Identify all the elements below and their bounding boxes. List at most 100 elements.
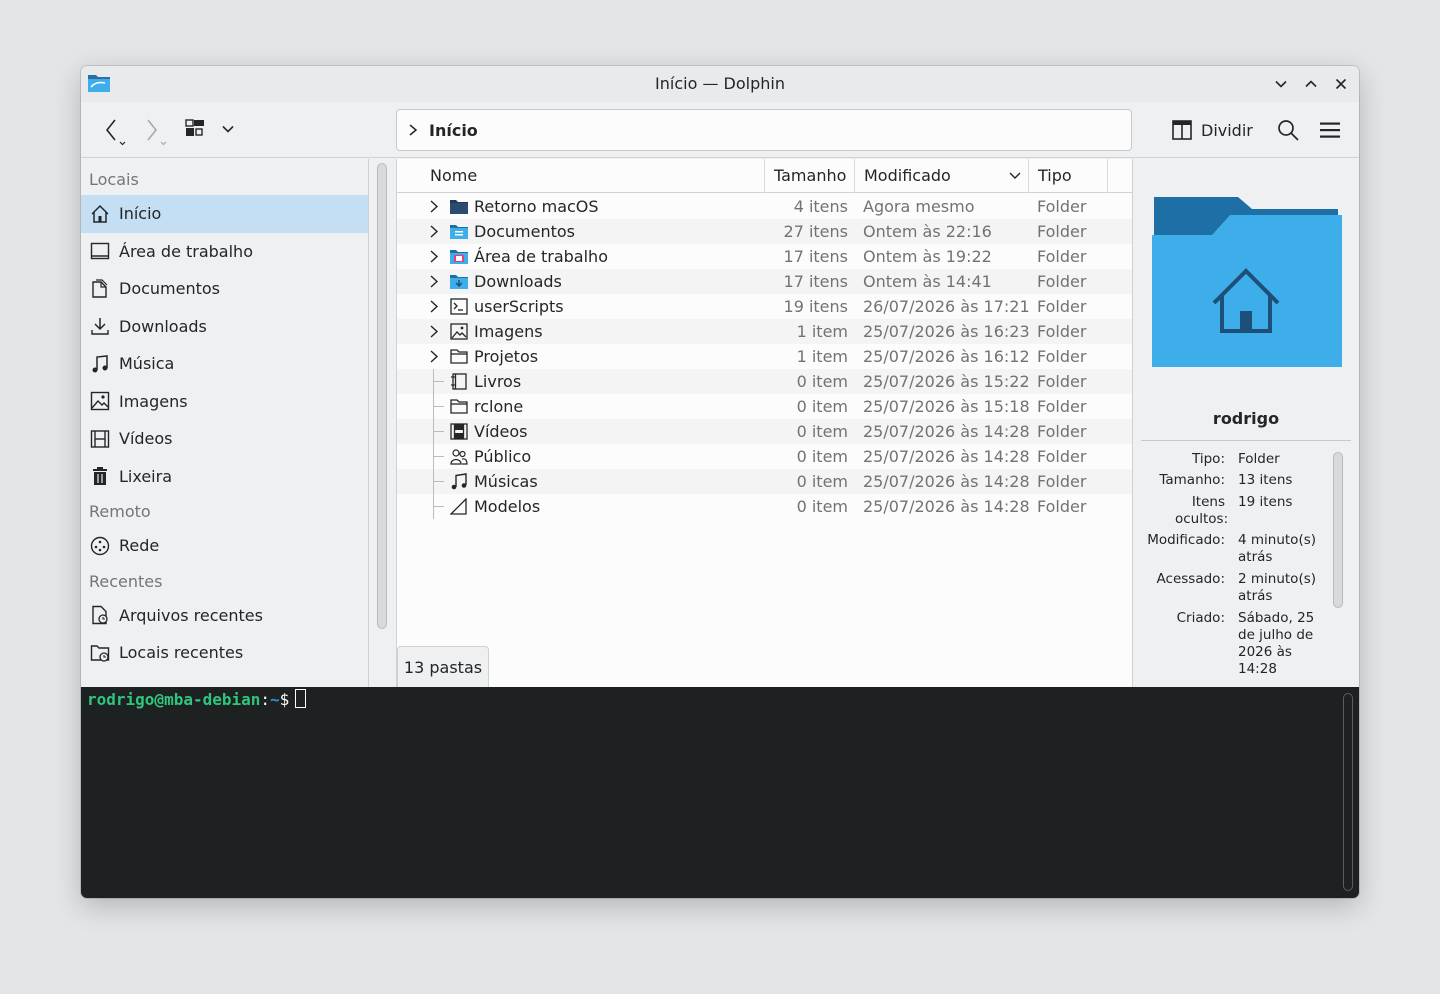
info-row-acessado: Acessado: 2 minuto(s) atrás — [1141, 571, 1325, 605]
info-value: 2 minuto(s) atrás — [1238, 571, 1317, 604]
view-mode-dropdown[interactable] — [217, 118, 239, 140]
sidebar-item-lixeira[interactable]: Lixeira — [81, 458, 368, 496]
info-value: 4 minuto(s) atrás — [1238, 532, 1317, 565]
table-row[interactable]: Público 0 item 25/07/2026 às 14:28 Folder — [397, 444, 1132, 469]
forward-button[interactable] — [137, 114, 169, 146]
maximize-button[interactable] — [1300, 73, 1322, 95]
sidebar-item-locais-recentes[interactable]: Locais recentes — [81, 634, 368, 672]
view-modes-icon — [185, 119, 204, 136]
minimize-button[interactable] — [1270, 73, 1292, 95]
terminal-scrollbar[interactable] — [1343, 693, 1353, 891]
table-row[interactable]: Área de trabalho 17 itens Ontem às 19:22 Fo… — [397, 244, 1132, 269]
main-toolbar: Início Dividir — [81, 102, 1359, 158]
book-icon — [450, 373, 468, 390]
table-row[interactable]: Vídeos 0 item 25/07/2026 às 14:28 Folder — [397, 419, 1132, 444]
file-name: Músicas — [474, 472, 538, 491]
table-row[interactable]: rclone 0 item 25/07/2026 às 15:18 Folder — [397, 394, 1132, 419]
table-row[interactable]: Retorno macOS 4 itens Agora mesmo Folder — [397, 194, 1132, 219]
home-icon — [90, 204, 110, 224]
info-key: Tamanho: — [1159, 472, 1225, 488]
file-name: Downloads — [474, 272, 562, 291]
folder-dark-icon — [450, 198, 468, 215]
expand-chevron-icon[interactable] — [429, 274, 439, 289]
table-row[interactable]: Livros 0 item 25/07/2026 às 15:22 Folder — [397, 369, 1132, 394]
table-row[interactable]: Downloads 17 itens Ontem às 14:41 Folder — [397, 269, 1132, 294]
sidebar-item-downloads[interactable]: Downloads — [81, 308, 368, 346]
sidebar-item-label: Rede — [119, 536, 160, 556]
title-bar[interactable]: Início — Dolphin — [81, 66, 1359, 102]
file-name: Imagens — [474, 322, 543, 341]
table-row[interactable]: Músicas 0 item 25/07/2026 às 14:28 Folder — [397, 469, 1132, 494]
places-panel: Locais Início Área de trabalho Documento… — [81, 159, 369, 687]
sidebar-item-documentos[interactable]: Documentos — [81, 270, 368, 308]
sort-descending-icon — [1009, 172, 1021, 179]
column-modificado[interactable]: Modificado — [855, 159, 1029, 193]
file-name: rclone — [474, 397, 524, 416]
sidebar-item-rede[interactable]: Rede — [81, 527, 368, 565]
expand-chevron-icon[interactable] — [429, 224, 439, 239]
file-size: 4 itens — [793, 197, 848, 216]
info-value: Sábado, 25 de julho de 2026 às 14:28 — [1238, 610, 1315, 677]
column-nome[interactable]: Nome — [421, 159, 765, 193]
terminal-colon: : — [260, 690, 271, 709]
expand-chevron-icon[interactable] — [429, 324, 439, 339]
search-button[interactable] — [1274, 116, 1302, 144]
file-name: Área de trabalho — [474, 247, 608, 266]
sidebar-item-label: Locais recentes — [119, 643, 244, 663]
expand-chevron-icon[interactable] — [429, 349, 439, 364]
file-name: Vídeos — [474, 422, 528, 441]
sidebar-item-arquivos-recentes[interactable]: Arquivos recentes — [81, 597, 368, 635]
info-key: Criado: — [1176, 610, 1225, 626]
window-title: Início — Dolphin — [655, 74, 785, 93]
videos-icon — [90, 429, 110, 449]
chevron-down-icon — [1275, 80, 1287, 88]
file-type: Folder — [1037, 472, 1087, 491]
split-view-button[interactable]: Dividir — [1171, 112, 1253, 148]
close-icon — [1335, 78, 1347, 90]
column-tamanho[interactable]: Tamanho — [765, 159, 855, 193]
sidebar-item-musica[interactable]: Música — [81, 345, 368, 383]
folder-outline-icon — [450, 348, 468, 365]
close-button[interactable] — [1330, 73, 1352, 95]
view-mode-button[interactable] — [180, 114, 210, 144]
recent-locations-icon — [90, 643, 110, 663]
info-panel-scrollbar[interactable] — [1333, 452, 1343, 608]
tree-branch-line — [433, 494, 449, 519]
location-bar[interactable]: Início — [396, 109, 1132, 151]
users-icon — [450, 448, 468, 465]
table-row[interactable]: userScripts 19 itens 26/07/2026 às 17:21 Fo… — [397, 294, 1132, 319]
terminal-panel[interactable]: rodrigo@mba-debian:~$ — [81, 687, 1359, 898]
terminal-cursor[interactable] — [295, 689, 307, 708]
expand-chevron-icon[interactable] — [429, 249, 439, 264]
info-value: 13 itens — [1238, 472, 1293, 488]
sidebar-item-label: Documentos — [119, 279, 221, 299]
sidebar-item-videos[interactable]: Vídeos — [81, 420, 368, 458]
file-modified: Ontem às 14:41 — [863, 272, 992, 291]
sidebar-item-imagens[interactable]: Imagens — [81, 383, 368, 421]
expand-chevron-icon[interactable] — [429, 199, 439, 214]
search-icon — [1278, 120, 1299, 141]
hamburger-menu-button[interactable] — [1316, 116, 1344, 144]
column-tipo[interactable]: Tipo — [1029, 159, 1108, 193]
places-scrollbar[interactable] — [377, 163, 387, 629]
table-row[interactable]: Documentos 27 itens Ontem às 22:16 Folder — [397, 219, 1132, 244]
sidebar-item-inicio[interactable]: Início — [81, 195, 368, 233]
terminal-prompt-symbol: $ — [279, 690, 290, 709]
terminal-user-host: rodrigo@mba-debian — [87, 690, 261, 709]
table-row[interactable]: Imagens 1 item 25/07/2026 às 16:23 Folder — [397, 319, 1132, 344]
tree-branch-line — [433, 394, 449, 419]
back-button[interactable] — [99, 114, 131, 146]
table-row[interactable]: Projetos 1 item 25/07/2026 às 16:12 Folder — [397, 344, 1132, 369]
status-bar: 13 pastas — [397, 646, 489, 687]
hamburger-menu-icon — [1320, 122, 1340, 138]
file-view[interactable]: Nome Tamanho Modificado Tipo Retorno mac… — [396, 159, 1133, 687]
chevron-up-icon — [1305, 80, 1317, 88]
chevron-right-icon[interactable] — [407, 123, 419, 137]
sidebar-item-area-de-trabalho[interactable]: Área de trabalho — [81, 233, 368, 271]
file-type: Folder — [1037, 197, 1087, 216]
sidebar-item-label: Downloads — [119, 316, 207, 336]
tree-branch-line — [433, 369, 449, 394]
expand-chevron-icon[interactable] — [429, 299, 439, 314]
breadcrumb-home[interactable]: Início — [429, 121, 478, 140]
table-row[interactable]: Modelos 0 item 25/07/2026 às 14:28 Folder — [397, 494, 1132, 519]
